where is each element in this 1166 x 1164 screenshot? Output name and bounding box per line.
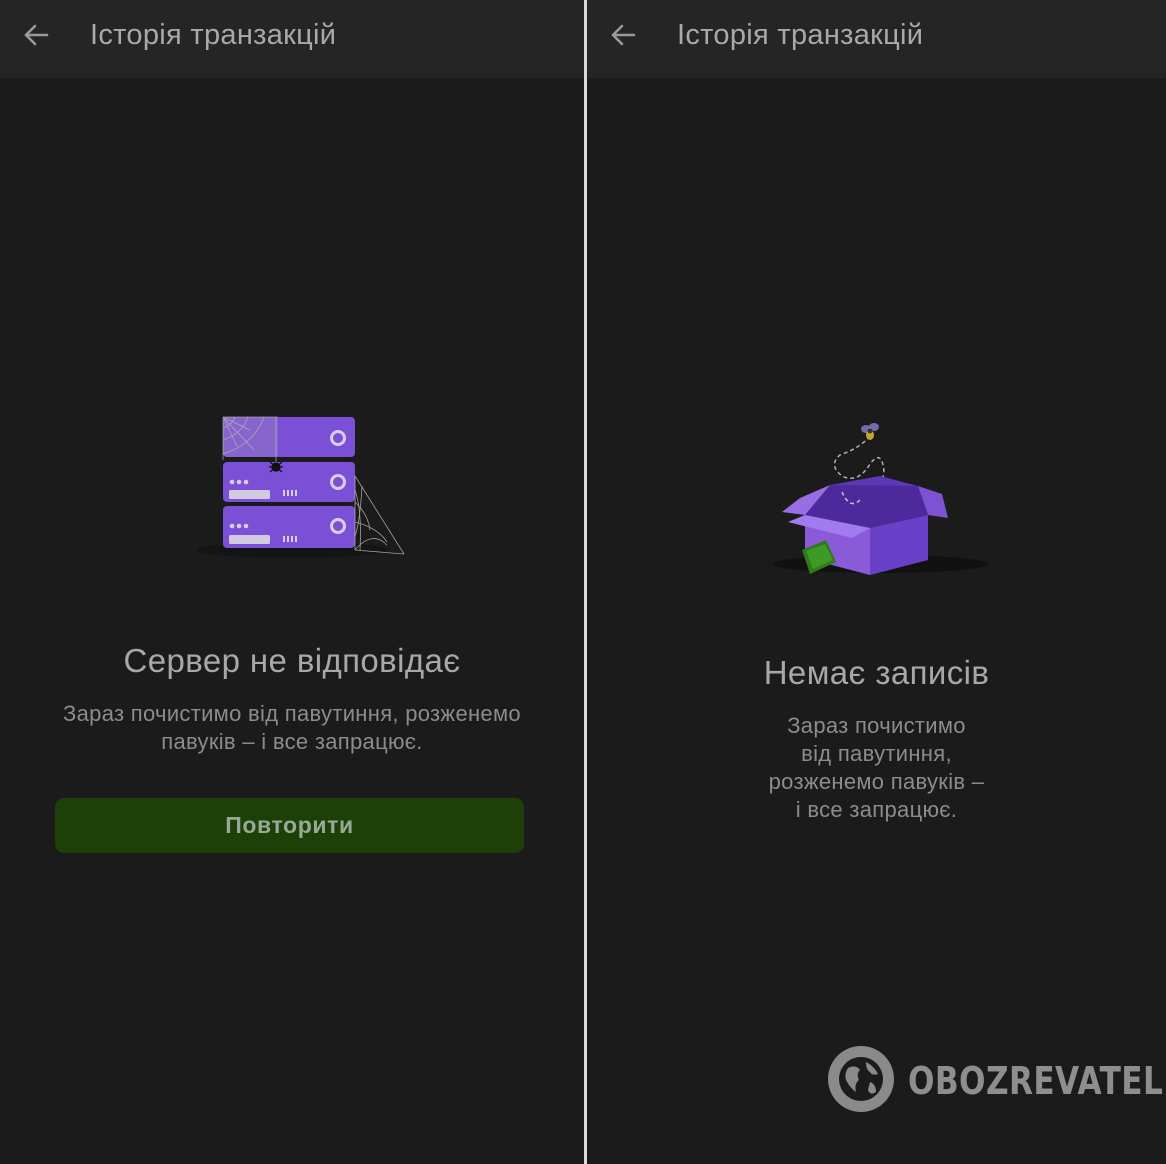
right-screen: Історія транзакцій Немає записів Зараз п… [587,0,1166,1164]
page-title: Історія транзакцій [677,19,924,51]
retry-button[interactable]: Повторити [55,798,524,853]
app-bar: Історія транзакцій [0,0,584,78]
empty-message-line: і все запрацює. [795,797,958,822]
error-message-line: Зараз почистимо від павутиння, розженемо [63,701,521,726]
error-message-line: павуків – і все запрацює. [161,729,423,754]
error-message: Зараз почистимо від павутиння, розженемо… [0,700,584,756]
empty-message-line: від павутиння, [801,741,952,766]
empty-heading: Немає записів [763,654,990,691]
globe-logo-icon [826,1044,896,1119]
empty-message-line: розженемо павуків – [768,769,985,794]
back-button[interactable] [18,19,54,55]
empty-box-illustration [770,420,1000,590]
empty-message-line: Зараз почистимо [787,713,966,738]
arrow-left-icon [609,21,637,54]
server-illustration [192,410,412,570]
left-screen: Історія транзакцій Сервер не відповідає … [0,0,584,1164]
watermark: OBOZREVATEL [826,1044,1163,1119]
back-button[interactable] [605,19,641,55]
arrow-left-icon [22,21,50,54]
watermark-text: OBOZREVATEL [908,1059,1164,1103]
empty-message: Зараз почистимо від павутиння, розженемо… [587,712,1166,824]
app-bar: Історія транзакцій [587,0,1166,78]
page-title: Історія транзакцій [90,19,337,51]
error-heading: Сервер не відповідає [123,642,461,679]
